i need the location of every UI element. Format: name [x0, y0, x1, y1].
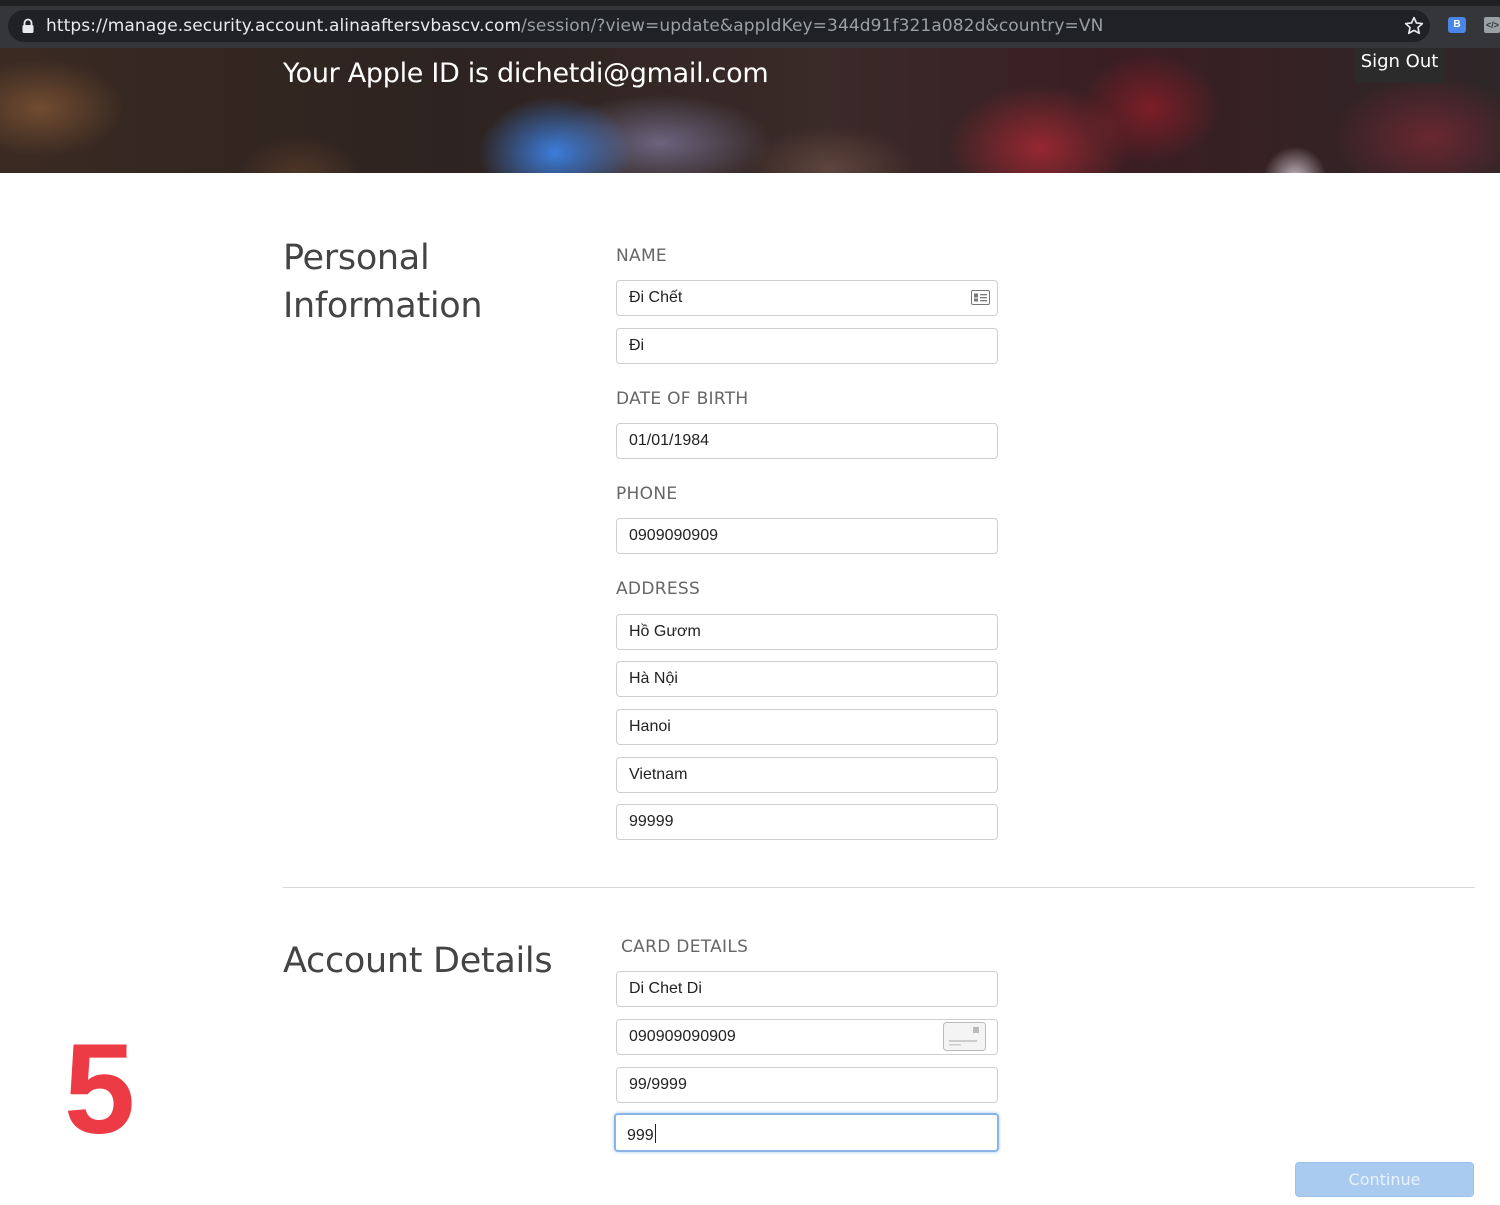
dev-tools-extension-icon[interactable]: </>: [1484, 17, 1500, 33]
credit-card-icon: [943, 1022, 986, 1051]
lock-icon: [22, 18, 34, 33]
address-bar[interactable]: https://manage.security.account.alinaaft…: [8, 10, 1430, 42]
url-path: /session/?view=update&appIdKey=344d91f32…: [521, 16, 1104, 36]
date-of-birth-label: DATE OF BIRTH: [616, 389, 749, 409]
account-details-title: Account Details: [283, 941, 553, 981]
card-number-value: 090909090909: [629, 1028, 736, 1045]
last-name-value: Đi: [629, 337, 645, 354]
address-postcode-value: 99999: [629, 813, 674, 830]
personal-information-title: Personal Information: [283, 234, 483, 330]
phone-label: PHONE: [616, 484, 678, 504]
date-of-birth-field[interactable]: 01/01/1984: [616, 423, 998, 459]
address-line2-field[interactable]: Hà Nội: [616, 661, 998, 697]
date-of-birth-value: 01/01/1984: [629, 432, 710, 449]
address-city-field[interactable]: Hanoi: [616, 709, 998, 745]
security-code-text: 999: [627, 1127, 654, 1144]
continue-button[interactable]: Continue: [1295, 1162, 1474, 1197]
address-country-field[interactable]: Vietnam: [616, 757, 998, 793]
address-label: ADDRESS: [616, 579, 701, 599]
url-text: https://manage.security.account.alinaaft…: [46, 16, 1103, 36]
phone-field[interactable]: 0909090909: [616, 518, 998, 554]
cardholder-name-value: Di Chet Di: [629, 980, 702, 997]
personal-title-line-1: Personal: [283, 238, 430, 278]
step-number-overlay: 5: [64, 1018, 136, 1161]
text-caret: [654, 1124, 656, 1143]
apple-id-heading: Your Apple ID is dichetdi@gmail.com: [283, 58, 769, 89]
last-name-field[interactable]: Đi: [616, 328, 998, 364]
section-divider: [283, 887, 1475, 888]
phone-value: 0909090909: [629, 527, 718, 544]
extension-icon[interactable]: B: [1448, 17, 1466, 33]
address-city-value: Hanoi: [629, 718, 671, 735]
address-postcode-field[interactable]: 99999: [616, 804, 998, 840]
bookmark-star-icon[interactable]: [1403, 15, 1425, 37]
cardholder-name-field[interactable]: Di Chet Di: [616, 971, 998, 1007]
first-name-value: Đi Chết: [629, 289, 683, 306]
security-code-value: 999: [627, 1124, 656, 1145]
address-line2-value: Hà Nội: [629, 670, 678, 687]
contact-card-icon: [971, 290, 990, 305]
security-code-field[interactable]: 999: [614, 1113, 999, 1152]
sign-out-button[interactable]: Sign Out: [1355, 48, 1444, 83]
expiry-date-field[interactable]: 99/9999: [616, 1067, 998, 1103]
first-name-field[interactable]: Đi Chết: [616, 280, 998, 316]
hero-banner: Your Apple ID is dichetdi@gmail.com Sign…: [0, 48, 1500, 173]
card-number-field[interactable]: 090909090909: [616, 1019, 998, 1055]
browser-toolbar: https://manage.security.account.alinaaft…: [0, 6, 1500, 48]
personal-title-line-2: Information: [283, 286, 483, 326]
expiry-date-value: 99/9999: [629, 1076, 687, 1093]
name-label: NAME: [616, 246, 667, 266]
address-street-value: Hồ Gươm: [629, 623, 701, 640]
url-host: https://manage.security.account.alinaaft…: [46, 16, 522, 36]
address-country-value: Vietnam: [629, 766, 688, 783]
address-street-field[interactable]: Hồ Gươm: [616, 614, 998, 650]
card-details-label: CARD DETAILS: [621, 937, 749, 957]
